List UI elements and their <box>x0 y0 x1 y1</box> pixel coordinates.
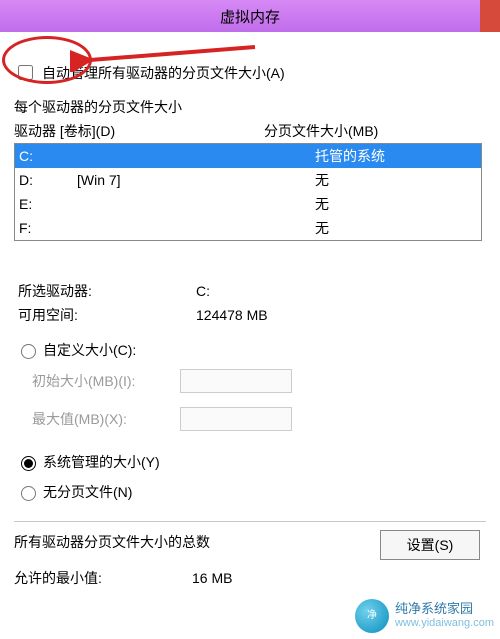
drive-letter: E: <box>19 196 77 212</box>
radio-none-row: 无分页文件(N) <box>16 481 486 503</box>
auto-manage-label: 自动管理所有驱动器的分页文件大小(A) <box>42 63 285 83</box>
initial-size-row: 初始大小(MB)(I): <box>32 369 486 393</box>
free-space-key: 可用空间: <box>18 305 196 325</box>
drive-letter: D: <box>19 172 77 188</box>
drive-size: 无 <box>277 170 481 190</box>
watermark-logo-icon: 净 <box>355 599 389 633</box>
drive-list-header: 驱动器 [卷标](D) 分页文件大小(MB) <box>14 121 486 141</box>
selected-drive-key: 所选驱动器: <box>18 281 196 301</box>
set-button[interactable]: 设置(S) <box>380 530 480 560</box>
selected-drive-val: C: <box>196 283 210 299</box>
max-size-row: 最大值(MB)(X): <box>32 407 486 431</box>
close-button[interactable] <box>480 0 500 32</box>
drive-letter: C: <box>19 148 77 164</box>
selected-drive-info: 所选驱动器: C: 可用空间: 124478 MB <box>18 279 486 327</box>
drive-row[interactable]: E: 无 <box>15 192 481 216</box>
max-size-input <box>180 407 292 431</box>
per-drive-header: 每个驱动器的分页文件大小 <box>14 97 486 117</box>
auto-manage-row: 自动管理所有驱动器的分页文件大小(A) <box>14 62 486 83</box>
drive-label: [Win 7] <box>77 172 277 188</box>
col-size-label: 分页文件大小(MB) <box>264 121 486 141</box>
radio-none-label: 无分页文件(N) <box>43 482 132 502</box>
col-drive-label: 驱动器 [卷标](D) <box>14 121 264 141</box>
drive-row[interactable]: D: [Win 7] 无 <box>15 168 481 192</box>
title-bar: 虚拟内存 <box>0 0 500 32</box>
watermark: 净 纯净系统家园 www.yidaiwang.com <box>355 599 494 633</box>
min-allowed-val: 16 MB <box>192 570 232 586</box>
radio-system-row: 系统管理的大小(Y) <box>16 451 486 473</box>
radio-custom-row: 自定义大小(C): <box>16 339 486 361</box>
drive-size: 托管的系统 <box>277 146 481 166</box>
radio-system-label: 系统管理的大小(Y) <box>43 452 160 472</box>
drive-letter: F: <box>19 220 77 236</box>
free-space-val: 124478 MB <box>196 307 268 323</box>
drive-row[interactable]: F: 无 <box>15 216 481 240</box>
watermark-url: www.yidaiwang.com <box>395 617 494 630</box>
drive-size: 无 <box>277 194 481 214</box>
drive-size: 无 <box>277 218 481 238</box>
set-button-label: 设置(S) <box>407 535 454 555</box>
drive-list[interactable]: C: 托管的系统 D: [Win 7] 无 E: 无 F: 无 <box>14 143 482 241</box>
dialog-content: 自动管理所有驱动器的分页文件大小(A) 每个驱动器的分页文件大小 驱动器 [卷标… <box>0 32 500 590</box>
window-title: 虚拟内存 <box>220 6 280 27</box>
max-size-label: 最大值(MB)(X): <box>32 409 180 429</box>
initial-size-label: 初始大小(MB)(I): <box>32 371 180 391</box>
radio-system[interactable] <box>21 456 36 471</box>
min-allowed-key: 允许的最小值: <box>14 568 192 588</box>
initial-size-input <box>180 369 292 393</box>
auto-manage-checkbox[interactable] <box>18 65 33 80</box>
radio-custom[interactable] <box>21 344 36 359</box>
radio-none[interactable] <box>21 486 36 501</box>
radio-custom-label: 自定义大小(C): <box>43 340 136 360</box>
drive-row[interactable]: C: 托管的系统 <box>15 144 481 168</box>
watermark-name: 纯净系统家园 <box>395 602 494 617</box>
